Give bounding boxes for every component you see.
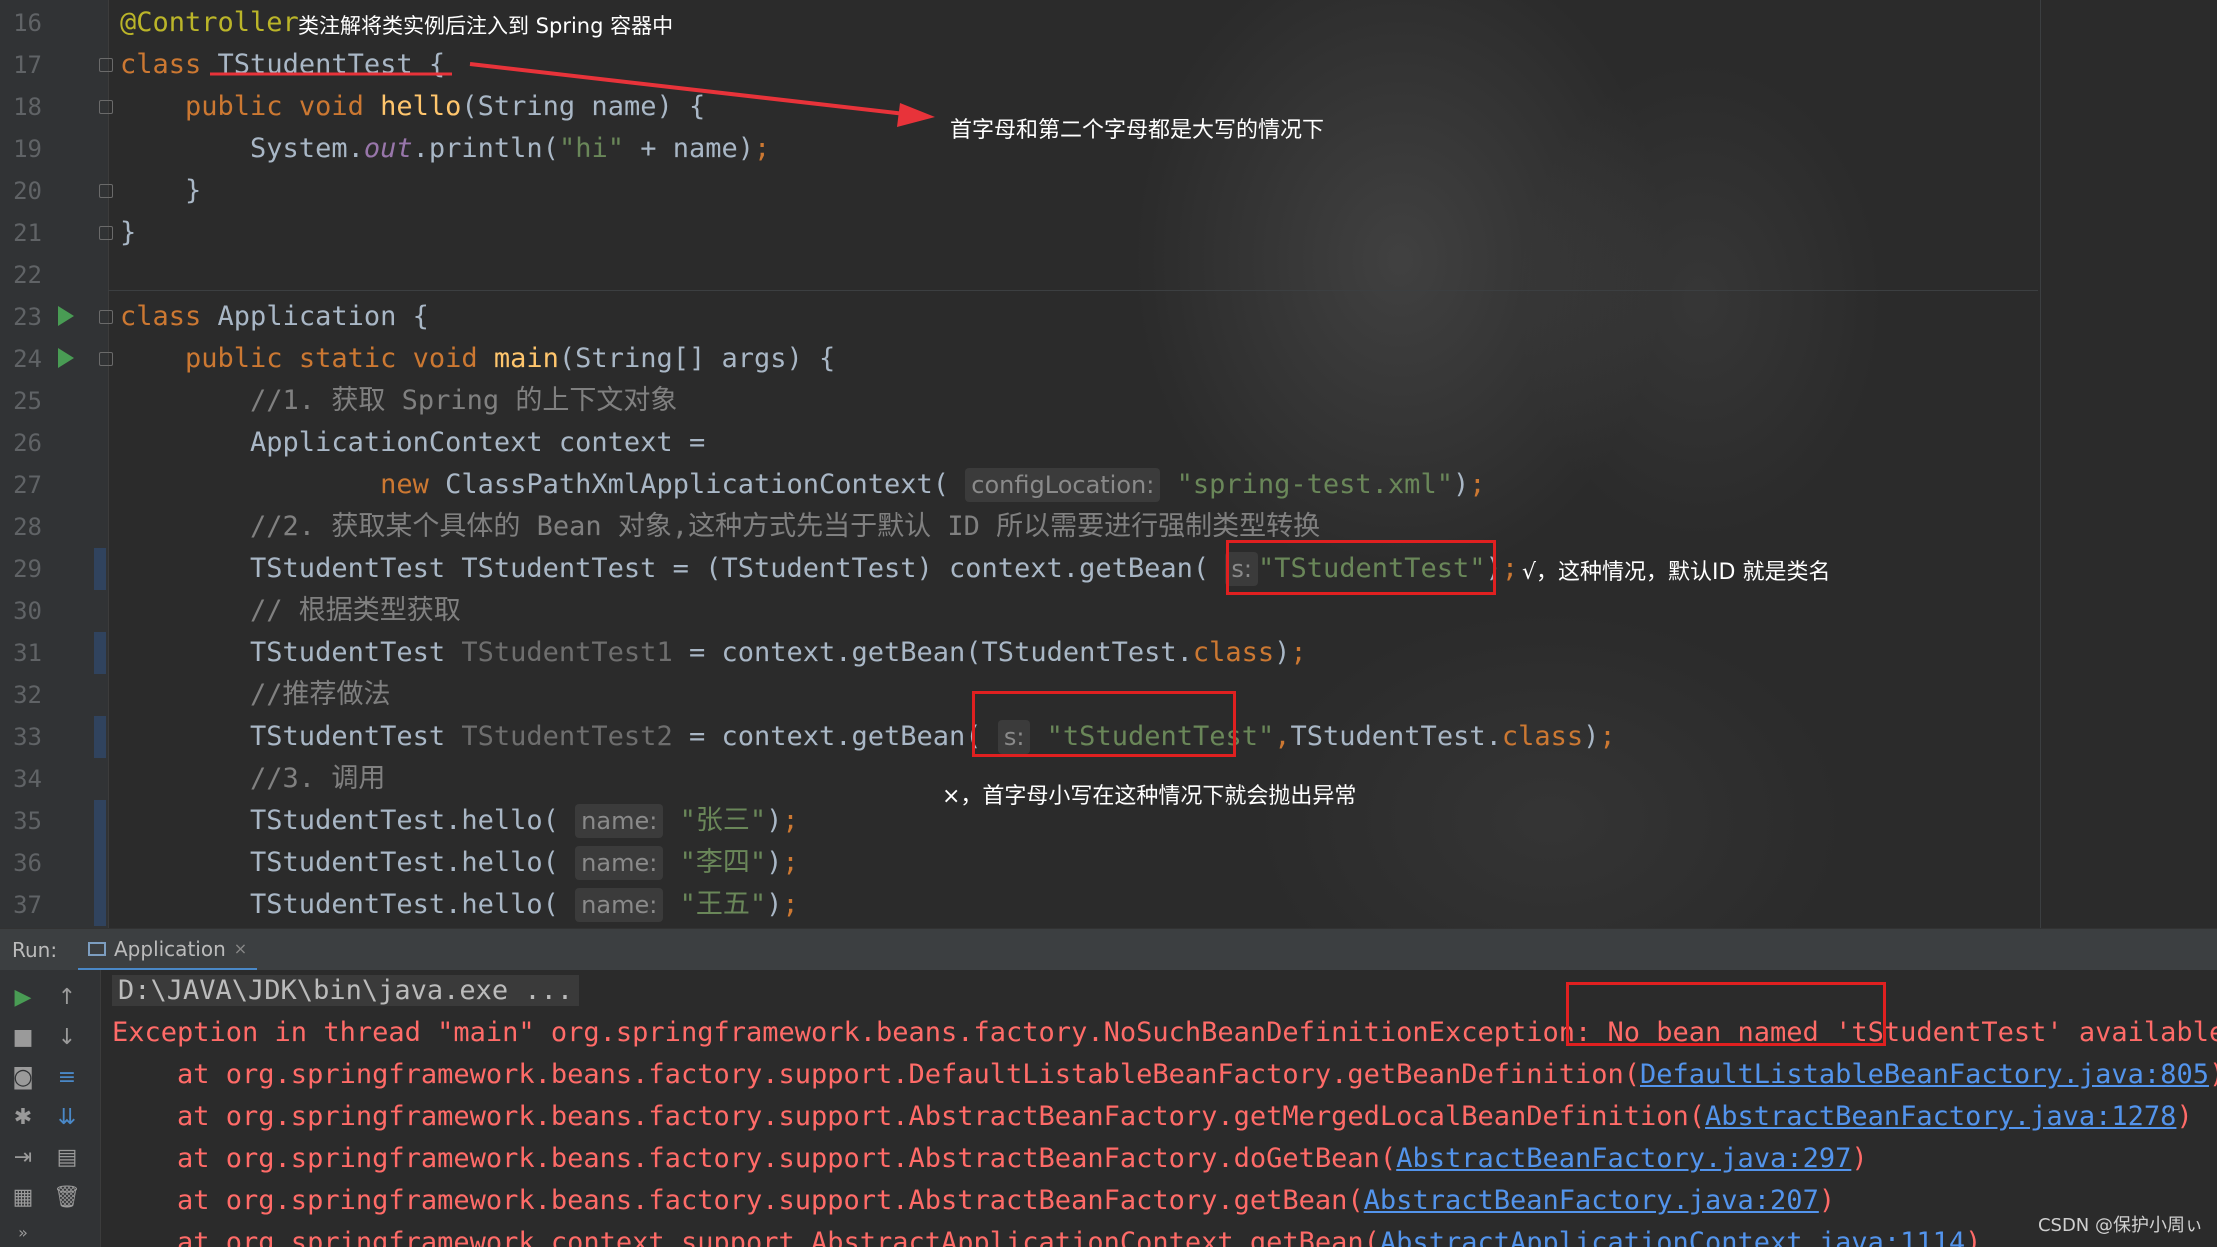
run-toolbar: ▶ ↑ ■ ↓ ◙ ≡ ✱ ⇊ ⇥ ▤ ▦ 🗑 » [0, 970, 101, 1247]
tab-application-label: Application [114, 936, 226, 961]
tab-application[interactable]: Application × [78, 929, 258, 971]
console-command-line: D:\JAVA\JDK\bin\java.exe ... [112, 970, 2217, 1012]
console-line: at org.springframework.beans.factory.sup… [112, 1138, 2217, 1180]
console-text: ) [1851, 1143, 1868, 1174]
stop-icon[interactable]: ■ [6, 1020, 40, 1054]
console-text: at org.springframework.beans.factory.sup… [112, 1059, 1641, 1090]
run-icon[interactable]: ▶ [6, 980, 40, 1014]
console-line: at org.springframework.beans.factory.sup… [112, 1096, 2217, 1138]
console-text: ) [1965, 1227, 1982, 1247]
application-icon [88, 941, 106, 956]
editor-scrollbar[interactable] [2207, 0, 2217, 928]
console-line: at org.springframework.beans.factory.sup… [112, 1180, 2217, 1222]
scroll-to-end-icon[interactable]: ⇊ [50, 1100, 84, 1134]
arrow-line [469, 62, 906, 116]
arrow-annotation [210, 62, 935, 127]
camera-icon[interactable]: ◙ [6, 1060, 40, 1094]
stacktrace-link[interactable]: AbstractApplicationContext.java:1114 [1380, 1227, 1965, 1247]
expand-icon[interactable]: » [6, 1215, 40, 1247]
run-panel-header: Run: Application × [0, 928, 2217, 971]
up-arrow-icon[interactable]: ↑ [50, 980, 84, 1014]
console-text: ) [2176, 1101, 2193, 1132]
highlight-box-no-bean [1566, 982, 1886, 1046]
code-editor[interactable]: 16 @Controller 17 class TStudentTest {18 pu… [0, 0, 2217, 928]
layout-icon[interactable]: ▦ [6, 1180, 40, 1214]
stacktrace-link[interactable]: AbstractBeanFactory.java:1278 [1705, 1101, 2176, 1132]
console-text: at org.springframework.beans.factory.sup… [112, 1185, 1364, 1216]
console-line: at org.springframework.beans.factory.sup… [112, 1054, 2217, 1096]
console-text: Exception in thread "main" org.springfra… [112, 1017, 2217, 1048]
watermark: CSDN @保护小周ぃ [2037, 1215, 2203, 1236]
console-output[interactable]: D:\JAVA\JDK\bin\java.exe ... Exception in… [112, 970, 2217, 1247]
console-line: at org.springframework.context.support.A… [112, 1222, 2217, 1247]
console-line: Exception in thread "main" org.springfra… [112, 1012, 2217, 1054]
exit-icon[interactable]: ⇥ [6, 1140, 40, 1174]
console-text: at org.springframework.beans.factory.sup… [112, 1101, 1706, 1132]
close-icon[interactable]: × [234, 939, 247, 958]
run-panel: ▶ ↑ ■ ↓ ◙ ≡ ✱ ⇊ ⇥ ▤ ▦ 🗑 » D:\JAVA\JDK\bi… [0, 970, 2217, 1247]
stacktrace-link[interactable]: AbstractBeanFactory.java:207 [1364, 1185, 1819, 1216]
console-text: ) [2209, 1059, 2217, 1090]
run-label: Run: [12, 938, 58, 962]
stacktrace-link[interactable]: DefaultListableBeanFactory.java:805 [1640, 1059, 2209, 1090]
console-text: at org.springframework.context.support.A… [112, 1227, 1380, 1247]
trash-icon[interactable]: 🗑 [50, 1180, 84, 1214]
console-text: ) [1818, 1185, 1836, 1216]
bug-icon[interactable]: ✱ [6, 1100, 40, 1134]
stacktrace-link[interactable]: AbstractBeanFactory.java:297 [1396, 1143, 1851, 1174]
console-text: at org.springframework.beans.factory.sup… [112, 1143, 1397, 1174]
console-text: D:\JAVA\JDK\bin\java.exe ... [112, 975, 580, 1006]
soft-wrap-icon[interactable]: ≡ [50, 1060, 84, 1094]
print-icon[interactable]: ▤ [50, 1140, 84, 1174]
down-arrow-icon[interactable]: ↓ [50, 1020, 84, 1054]
arrow-head [897, 103, 935, 127]
